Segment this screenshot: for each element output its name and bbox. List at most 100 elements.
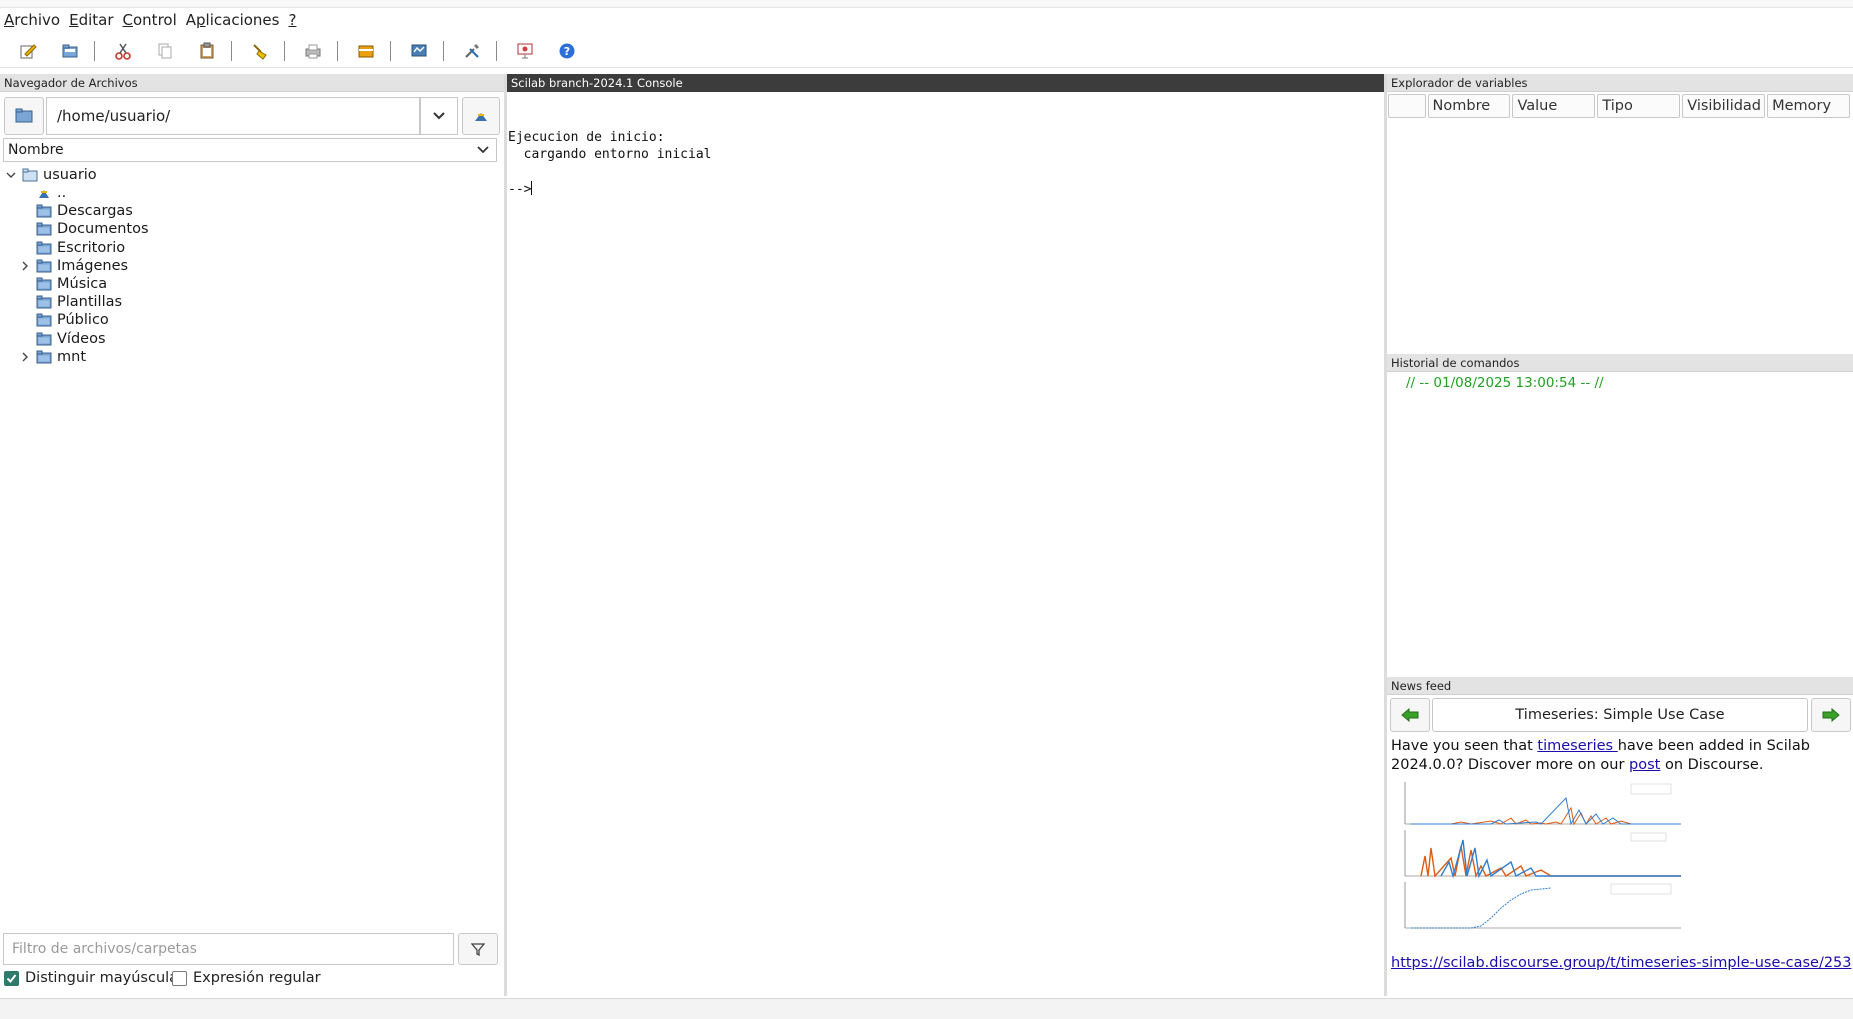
path-input[interactable]: /home/usuario/ [46,97,420,135]
tree-item[interactable]: Público [18,311,109,329]
arrow-right-icon [1822,708,1840,722]
tree-item-label: mnt [57,348,86,365]
menu-aplicaciones[interactable]: Aplicaciones [186,11,280,29]
column-memory[interactable]: Memory [1767,94,1850,118]
path-row: /home/usuario/ [4,97,500,135]
menu-editar[interactable]: Editar [69,11,113,29]
checkbox-unchecked-icon[interactable] [172,970,187,986]
print-icon[interactable] [299,37,327,65]
arrow-left-icon [1401,708,1419,722]
tree-item-label: Documentos [57,221,149,238]
history-entry[interactable]: // -- 01/08/2025 13:00:54 -- // [1406,375,1604,391]
tree-item[interactable]: .. [18,184,66,202]
toolbar-separator [94,40,95,61]
menu-archivo[interactable]: Archivo [4,11,60,29]
tree-root[interactable]: usuario [4,166,97,184]
folder-icon [15,108,33,123]
console-line: Ejecucion de inicio: [508,130,665,145]
right-splitter[interactable] [1384,74,1387,996]
post-link[interactable]: post [1629,757,1660,773]
next-news-button[interactable] [1811,698,1851,732]
folder-icon [36,277,52,291]
column-tipo[interactable]: Tipo [1597,94,1681,118]
folder-icon [36,295,52,309]
tree-item[interactable]: Imágenes [18,257,128,275]
column-visibilidad[interactable]: Visibilidad [1682,94,1766,118]
column-icon[interactable] [1388,94,1426,118]
toolbar-separator [390,40,391,61]
paste-icon[interactable] [193,37,221,65]
menu-editar-rest: ditar [78,11,114,29]
tree-item-label: Escritorio [57,239,126,256]
tree-item[interactable]: Descargas [18,202,133,220]
clear-console-icon[interactable] [246,37,274,65]
new-script-icon[interactable] [14,37,42,65]
chevron-down-icon [477,146,489,154]
tree-item[interactable]: Vídeos [18,330,106,348]
case-sensitive-checkbox[interactable]: Distinguir mayúsculas [4,969,186,987]
tree-item-label: Vídeos [57,330,106,347]
tree-root-label: usuario [43,167,97,183]
toolbar-separator [284,40,285,61]
sort-select[interactable]: Nombre [3,138,497,162]
tree-item[interactable]: Documentos [18,220,149,238]
folder-icon [36,241,52,255]
xcos-icon[interactable] [405,37,433,65]
preferences-icon[interactable] [458,37,486,65]
tree-item[interactable]: Música [18,275,107,293]
folder-icon [36,313,52,327]
news-text: on Discourse. [1660,757,1764,773]
menu-control[interactable]: Control [123,11,177,29]
svg-text:?: ? [564,45,570,58]
copy-icon[interactable] [151,37,179,65]
help-icon[interactable]: ? [553,37,581,65]
menu-archivo-rest: rchivo [14,11,61,29]
toolbar: ? [0,34,1853,68]
status-bar [0,998,1853,1019]
folder-icon [36,332,52,346]
toolbar-separator [337,40,338,61]
filter-input[interactable]: Filtro de archivos/carpetas [3,933,454,965]
regex-checkbox[interactable]: Expresión regular [172,969,321,987]
news-image [1391,778,1691,936]
collapse-arrow-icon[interactable] [4,168,18,182]
expand-arrow-icon[interactable] [18,259,32,273]
timeseries-link[interactable]: timeseries [1537,738,1617,754]
parent-directory-button[interactable] [462,97,500,135]
path-dropdown-button[interactable] [420,97,458,135]
previous-news-button[interactable] [1390,698,1430,732]
scilab-window: Archivo Editar Control Aplicaciones ? ? … [0,0,1853,1019]
toolbar-separator [496,40,497,61]
open-file-icon[interactable] [56,37,84,65]
console-area[interactable]: Ejecucion de inicio: cargando entorno in… [507,92,1384,996]
tree-item[interactable]: Plantillas [18,293,122,311]
up-arrow-icon [39,190,49,198]
cut-icon[interactable] [109,37,137,65]
tree-item[interactable]: mnt [18,348,86,366]
case-sensitive-label: Distinguir mayúsculas [25,970,186,986]
column-nombre[interactable]: Nombre [1427,94,1511,118]
demonstrations-icon[interactable] [511,37,539,65]
menu-help[interactable]: ? [288,11,296,29]
filter-button[interactable] [458,933,498,965]
news-url-link[interactable]: https://scilab.discourse.group/t/timeser… [1391,955,1852,971]
folder-open-icon [22,168,38,182]
browse-folder-button[interactable] [4,97,44,135]
news-headline: Timeseries: Simple Use Case [1432,698,1808,732]
module-manager-icon[interactable] [352,37,380,65]
expand-arrow-icon[interactable] [18,350,32,364]
checkbox-checked-icon[interactable] [4,970,19,986]
console-prompt-line: --> [508,181,533,197]
news-body: Have you seen that timeseries have been … [1391,737,1851,775]
column-value[interactable]: Value [1512,94,1596,118]
folder-icon [36,222,52,236]
tree-item[interactable]: Escritorio [18,239,125,257]
news-text: Have you seen that [1391,738,1538,754]
folder-icon [36,259,52,273]
menu-bar: Archivo Editar Control Aplicaciones ? [0,8,1853,32]
